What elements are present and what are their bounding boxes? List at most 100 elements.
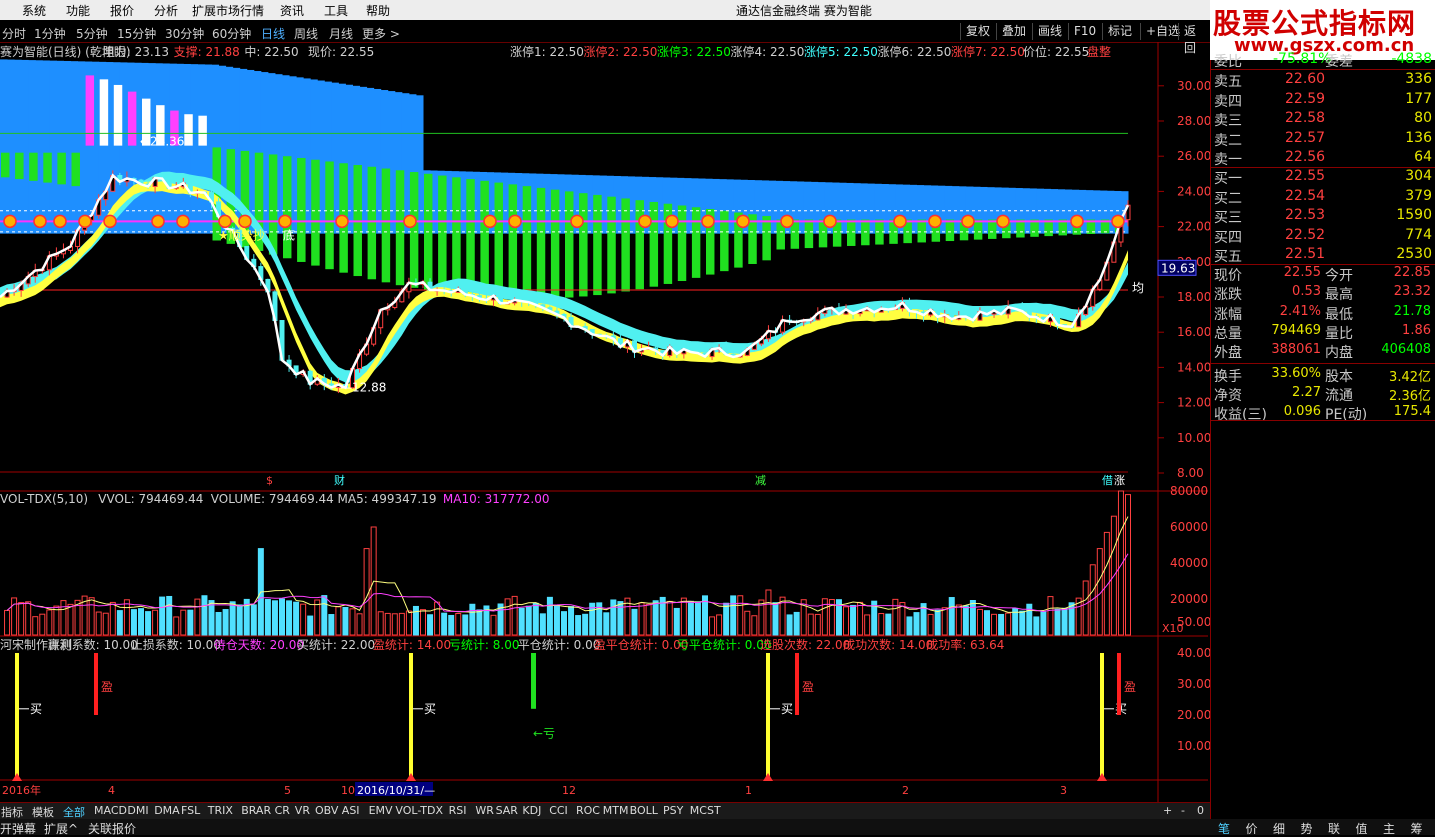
side-tab-0[interactable]: 笔: [1218, 820, 1230, 837]
status-button-2[interactable]: 关联报价: [88, 820, 136, 837]
event-marker-1[interactable]: 财: [334, 473, 345, 487]
signal-dot: [665, 214, 679, 229]
indicator-tab-21[interactable]: MTM: [603, 804, 629, 817]
volume-bar: [561, 611, 567, 636]
indicator-tab-15[interactable]: RSI: [449, 804, 467, 817]
side-tab-6[interactable]: 主: [1383, 820, 1395, 837]
hist-column: [536, 187, 546, 299]
volume-bar: [109, 601, 116, 636]
period-tab-7[interactable]: 周线: [294, 25, 318, 42]
vol-header-3: MA5: 499347.19: [338, 492, 437, 506]
indicator-tab-1[interactable]: 模板: [32, 804, 54, 820]
indicator-tab-5[interactable]: DMA: [154, 804, 180, 817]
indicator-tab-6[interactable]: FSL: [181, 804, 200, 817]
indicator-tab-0[interactable]: 指标: [1, 804, 23, 820]
event-marker-0[interactable]: $: [266, 474, 273, 487]
ask-row[interactable]: 卖三 22.58 80: [1211, 110, 1435, 129]
indicator-tab-19[interactable]: CCI: [549, 804, 568, 817]
toolbar-button-2[interactable]: 画线: [1032, 23, 1067, 40]
indicator-tab-24[interactable]: MCST: [690, 804, 721, 817]
indicator-tab-23[interactable]: PSY: [663, 804, 683, 817]
toolbar-button-0[interactable]: 复权: [960, 23, 995, 40]
side-tab-3[interactable]: 势: [1301, 820, 1313, 837]
indicator-tab-4[interactable]: DMI: [127, 804, 148, 817]
period-tab-5[interactable]: 60分钟: [212, 25, 251, 42]
stat-label: 最高: [1325, 287, 1353, 304]
period-tab-6[interactable]: 日线: [261, 25, 285, 42]
stat-value: 406408: [1381, 342, 1431, 358]
toolbar-button-1[interactable]: 叠加: [996, 23, 1031, 40]
status-button-1[interactable]: 扩展^: [44, 820, 78, 837]
period-toolbar: 分时 1分钟 5分钟 15分钟 30分钟 60分钟 日线 周线 月线 更多 > 复权 叠加 画线 F10 标…: [0, 22, 1210, 55]
toolbar-button-3[interactable]: F10: [1068, 23, 1101, 40]
indicator-tab-12[interactable]: ASI: [342, 804, 360, 817]
hist-column: [1, 152, 10, 178]
side-tab-5[interactable]: 值: [1356, 820, 1368, 837]
period-tab-0[interactable]: 分时: [2, 25, 26, 42]
event-marker-3[interactable]: 借: [1102, 474, 1113, 487]
hist-column: [861, 219, 870, 246]
bid-row[interactable]: 买三 22.53 1590: [1211, 207, 1435, 226]
toolbar-button-4[interactable]: 标记: [1102, 23, 1137, 40]
period-tab-3[interactable]: 15分钟: [117, 25, 156, 42]
indicator-tab-18[interactable]: KDJ: [522, 804, 541, 817]
menu-4[interactable]: 扩展市场行情: [192, 2, 264, 19]
ask-row[interactable]: 卖五 22.60 336: [1211, 71, 1435, 90]
hist-column: [395, 170, 405, 286]
status-button-0[interactable]: 开弹幕: [0, 820, 36, 837]
ask-volume: 177: [1405, 90, 1432, 107]
menu-1[interactable]: 功能: [66, 2, 90, 19]
menu-6[interactable]: 工具: [324, 2, 348, 19]
indicator-tab-20[interactable]: ROC: [576, 804, 600, 817]
vol-tick: 40000: [1170, 556, 1208, 570]
ask-row[interactable]: 卖四 22.59 177: [1211, 91, 1435, 110]
indicator-tab-17[interactable]: SAR: [496, 804, 518, 817]
indicator-tab-2[interactable]: 全部: [63, 804, 85, 820]
indicator-tab-3[interactable]: MACD: [94, 804, 127, 817]
ask-row[interactable]: 卖一 22.56 64: [1211, 149, 1435, 168]
volume-bar: [434, 601, 441, 636]
low-annotation: —12.88: [340, 381, 386, 395]
indicator-tab-11[interactable]: OBV: [315, 804, 338, 817]
menu-0[interactable]: 系统: [22, 2, 46, 19]
period-tab-1[interactable]: 1分钟: [34, 25, 66, 42]
bid-row[interactable]: 买二 22.54 379: [1211, 188, 1435, 207]
bid-row[interactable]: 买五 22.51 2530: [1211, 246, 1435, 265]
menu-5[interactable]: 资讯: [280, 2, 304, 19]
chart-area[interactable]: 30.0028.0026.0024.0022.0020.0018.0016.00…: [0, 42, 1210, 802]
side-tab-2[interactable]: 细: [1273, 820, 1285, 837]
menu-3[interactable]: 分析: [154, 2, 178, 19]
indicator-tab-8[interactable]: BRAR: [241, 804, 271, 817]
event-marker-2[interactable]: 减: [755, 474, 766, 487]
indicator-tab-22[interactable]: BOLL: [630, 804, 658, 817]
event-marker-4[interactable]: 涨: [1114, 474, 1125, 487]
period-tab-2[interactable]: 5分钟: [76, 25, 108, 42]
bid-row[interactable]: 买一 22.55 304: [1211, 168, 1435, 187]
menu-2[interactable]: 报价: [110, 2, 134, 19]
indicator-tab-13[interactable]: EMV: [369, 804, 393, 817]
indicator-tab-9[interactable]: CR: [275, 804, 290, 817]
cloud-band: [49, 60, 57, 234]
indicator-tab-10[interactable]: VR: [295, 804, 310, 817]
period-tab-4[interactable]: 30分钟: [165, 25, 204, 42]
cloud-band: [7, 59, 15, 234]
menu-7[interactable]: 帮助: [366, 2, 390, 19]
side-tab-4[interactable]: 联: [1328, 820, 1340, 837]
period-tab-8[interactable]: 月线: [329, 25, 353, 42]
indicator-tab-14[interactable]: VOL-TDX: [395, 804, 443, 817]
period-tab-9[interactable]: 更多 >: [362, 25, 400, 42]
indicator-tab-7[interactable]: TRIX: [208, 804, 233, 817]
date-label-8: 3: [1060, 784, 1067, 797]
pane-control-2[interactable]: 0: [1197, 804, 1204, 817]
bid-row[interactable]: 买四 22.52 774: [1211, 227, 1435, 246]
volume-bar: [976, 608, 983, 636]
toolbar-button-6[interactable]: 返回: [1178, 23, 1210, 55]
volume-bar: [991, 613, 998, 636]
pane-control-0[interactable]: +: [1163, 804, 1172, 817]
pane-control-1[interactable]: -: [1181, 804, 1185, 817]
indicator-tab-16[interactable]: WR: [475, 804, 494, 817]
side-tab-7[interactable]: 筹: [1411, 820, 1423, 837]
ask-row[interactable]: 卖二 22.57 136: [1211, 130, 1435, 149]
side-tab-1[interactable]: 价: [1246, 820, 1258, 837]
volume-bar: [532, 602, 539, 636]
